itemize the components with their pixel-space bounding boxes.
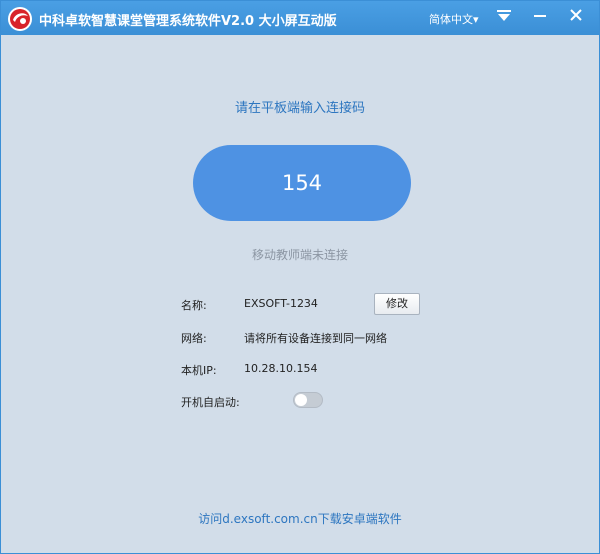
autostart-label: 开机自启动: [181, 396, 240, 409]
network-value: 请将所有设备连接到同一网络 [244, 332, 387, 345]
autostart-toggle[interactable] [293, 392, 323, 408]
dropdown-menu-icon[interactable] [491, 5, 517, 27]
edit-name-button[interactable]: 修改 [374, 293, 420, 315]
ip-label: 本机IP: [181, 364, 217, 377]
name-label: 名称: [181, 299, 207, 312]
connection-status: 移动教师端未连接 [251, 248, 348, 262]
minimize-icon[interactable] [527, 5, 553, 27]
language-selector[interactable]: 简体中文▾ [429, 11, 479, 27]
main-panel: 请在平板端输入连接码 154 移动教师端未连接 名称: EXSOFT-1234 … [1, 35, 599, 553]
window-title: 中科卓软智慧课堂管理系统软件V2.0 大小屏互动版 [39, 14, 337, 29]
name-value: EXSOFT-1234 [244, 297, 318, 310]
network-label: 网络: [181, 332, 207, 345]
download-link[interactable]: 访问d.exsoft.com.cn下载安卓端软件 [1, 510, 599, 527]
title-bar[interactable]: 中科卓软智慧课堂管理系统软件V2.0 大小屏互动版 简体中文▾ [1, 1, 599, 35]
app-window: 中科卓软智慧课堂管理系统软件V2.0 大小屏互动版 简体中文▾ 请在平板端输入连… [0, 0, 600, 554]
connection-code-display: 154 [193, 145, 411, 221]
toggle-knob [295, 394, 307, 406]
close-icon[interactable] [563, 5, 589, 27]
logo-icon [8, 7, 32, 31]
ip-value: 10.28.10.154 [244, 362, 318, 375]
connection-prompt: 请在平板端输入连接码 [234, 101, 365, 116]
